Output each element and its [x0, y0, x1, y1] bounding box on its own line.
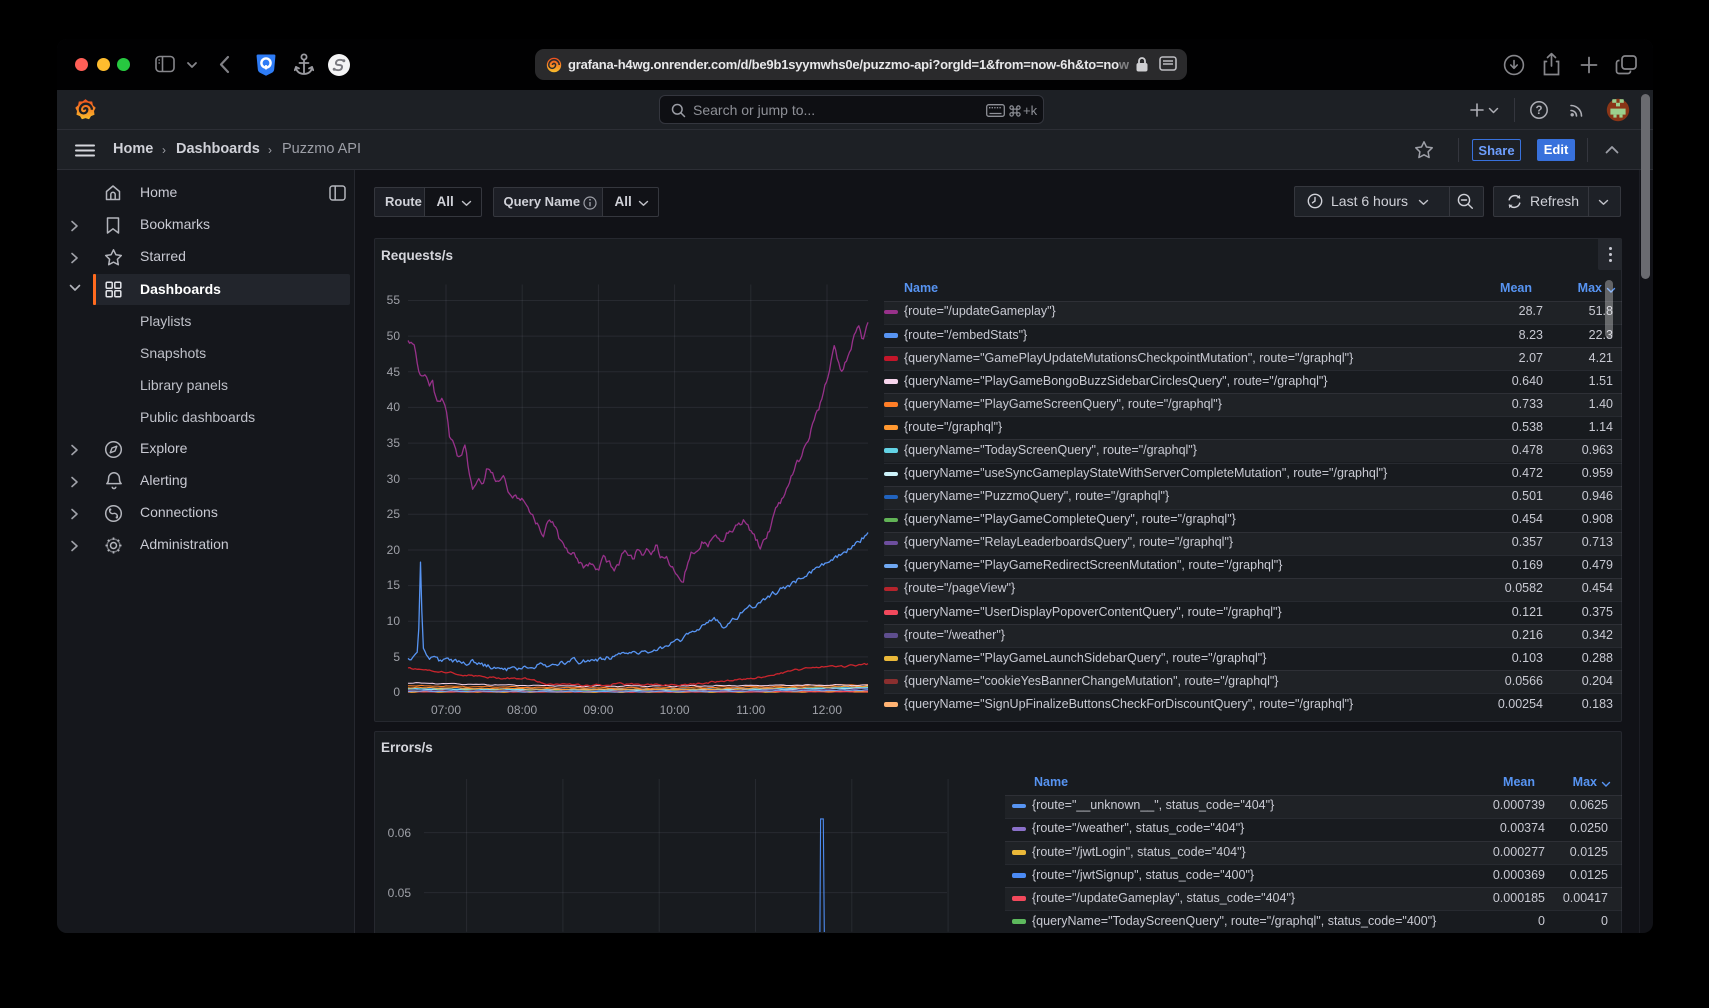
svg-text:?: ?: [1535, 105, 1542, 117]
